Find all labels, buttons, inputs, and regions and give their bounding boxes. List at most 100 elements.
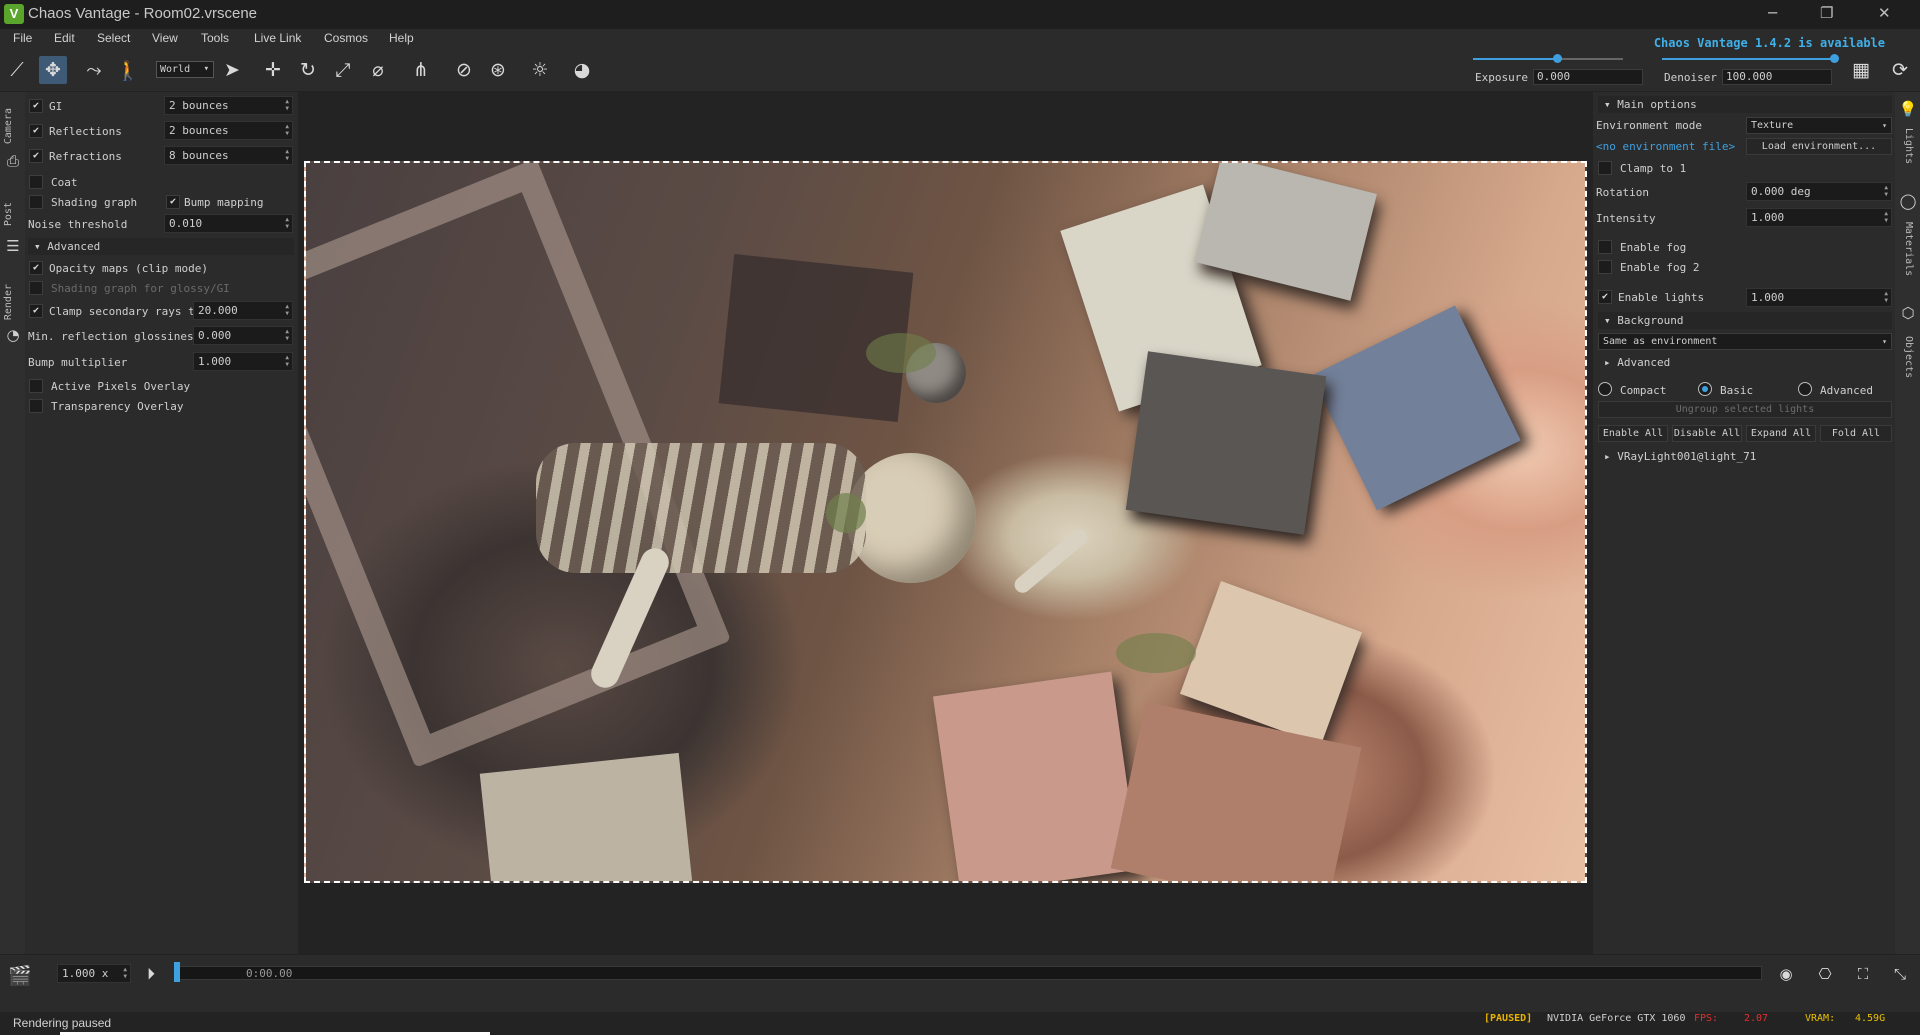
tab-camera[interactable]: Camera [3,108,14,144]
tab-render[interactable]: Render [3,284,14,320]
clapper-icon[interactable]: 🎬 [6,961,34,989]
disable-all-button[interactable]: Disable All [1672,425,1742,442]
background-section-header[interactable]: ▾ Background [1598,312,1892,329]
background-advanced-toggle[interactable]: ▸ Advanced [1604,356,1670,369]
clamp-secondary-field[interactable]: 20.000 ▲ ▼ [193,301,293,320]
bump-mapping-checkbox[interactable]: ✔ [166,195,180,209]
menu-file[interactable]: File [13,31,32,45]
orbit-mode-icon[interactable]: ✥ [39,56,67,84]
enable-fog-checkbox[interactable] [1598,240,1612,254]
rotation-field[interactable]: 0.000 deg ▲ ▼ [1746,182,1892,201]
spinner-icon[interactable]: ▲ ▼ [285,148,289,162]
tab-lights[interactable]: Lights [1903,128,1914,164]
menu-view[interactable]: View [152,31,178,45]
exposure-field[interactable]: 0.000 [1533,69,1643,85]
gi-checkbox[interactable]: ✔ [29,99,43,113]
render-icon[interactable]: ◔ [3,326,23,346]
focus-frame-icon[interactable]: ⛶ [1849,960,1877,988]
spinner-icon[interactable]: ▲ ▼ [285,98,289,112]
environment-mode-select[interactable]: Texture ▾ [1746,117,1892,134]
reflections-bounces-field[interactable]: 2 bounces ▲ ▼ [164,121,293,140]
spinner-icon[interactable]: ▲ ▼ [1884,210,1888,224]
render-viewport[interactable] [298,92,1593,954]
refresh-icon[interactable]: ⟳ [1886,56,1914,84]
transparency-overlay-checkbox[interactable] [29,399,43,413]
tab-materials[interactable]: Materials [1903,222,1914,276]
spinner-icon[interactable]: ▲ ▼ [285,303,289,317]
menu-select[interactable]: Select [97,31,130,45]
clamp-secondary-checkbox[interactable]: ✔ [29,304,43,318]
minimize-icon[interactable]: ─ [1768,4,1777,22]
spinner-icon[interactable]: ▲ ▼ [285,354,289,368]
timeline-playhead[interactable] [174,962,180,982]
spinner-icon[interactable]: ▲ ▼ [1884,184,1888,198]
exposure-slider[interactable] [1473,54,1623,63]
view-compact-radio[interactable] [1598,382,1612,396]
record-icon[interactable]: ◉ [1772,960,1800,988]
view-advanced-radio[interactable] [1798,382,1812,396]
main-options-header[interactable]: ▾ Main options [1598,96,1892,113]
menu-help[interactable]: Help [389,31,414,45]
enable-lights-checkbox[interactable]: ✔ [1598,290,1612,304]
noise-threshold-field[interactable]: 0.010 ▲ ▼ [164,214,293,233]
camera-icon[interactable]: ⎙ [3,152,23,172]
clamp-to-1-checkbox[interactable] [1598,161,1612,175]
restore-icon[interactable]: ❐ [1820,4,1833,22]
enable-all-button[interactable]: Enable All [1598,425,1668,442]
reflections-checkbox[interactable]: ✔ [29,124,43,138]
enable-lights-field[interactable]: 1.000 ▲ ▼ [1746,288,1892,307]
close-icon[interactable]: ✕ [1878,4,1891,22]
load-environment-button[interactable]: Load environment... [1746,138,1892,155]
fold-all-button[interactable]: Fold All [1820,425,1892,442]
playback-speed-field[interactable]: 1.000 x ▲ ▼ [57,964,131,983]
gi-bounces-field[interactable]: 2 bounces ▲ ▼ [164,96,293,115]
select-arrow-icon[interactable]: ➤ [218,56,246,84]
light-list-item[interactable]: ▸ VRayLight001@light_71 [1604,450,1756,463]
denoiser-field[interactable]: 100.000 [1722,69,1832,85]
spinner-icon[interactable]: ▲ ▼ [1884,290,1888,304]
scale-icon[interactable]: ⤢ [329,56,357,84]
coat-checkbox[interactable] [29,175,43,189]
shading-graph-glossy-checkbox[interactable] [29,281,43,295]
tab-objects[interactable]: Objects [1903,336,1914,378]
pivot-icon[interactable]: ⋔ [407,56,435,84]
camera-navigate-icon[interactable]: ⟋ [3,56,31,84]
sun-light-icon[interactable]: ☼ [526,56,554,84]
fly-mode-icon[interactable]: ⤳ [80,56,108,84]
fullscreen-icon[interactable]: ⤡ [1886,960,1914,988]
timeline-track[interactable]: 0:00.00 [176,966,1762,980]
pick-material-icon[interactable]: ⊛ [484,56,512,84]
menu-edit[interactable]: Edit [54,31,75,45]
active-pixels-overlay-checkbox[interactable] [29,379,43,393]
min-reflection-glossiness-field[interactable]: 0.000 ▲ ▼ [193,326,293,345]
enable-fog-2-checkbox[interactable] [1598,260,1612,274]
object-cube-icon[interactable]: ⬡ [1898,304,1918,324]
refractions-checkbox[interactable]: ✔ [29,149,43,163]
menu-cosmos[interactable]: Cosmos [324,31,368,45]
menu-tools[interactable]: Tools [201,31,229,45]
bump-multiplier-field[interactable]: 1.000 ▲ ▼ [193,352,293,371]
spinner-icon[interactable]: ▲ ▼ [285,216,289,230]
shading-graph-checkbox[interactable] [29,195,43,209]
ungroup-lights-button[interactable]: Ungroup selected lights [1598,401,1892,418]
background-select[interactable]: Same as environment ▾ [1598,333,1892,350]
spinner-icon[interactable]: ▲ ▼ [123,966,127,980]
walk-mode-icon[interactable]: 🚶 [114,56,142,84]
menu-live-link[interactable]: Live Link [254,31,301,45]
spinner-icon[interactable]: ▲ ▼ [285,123,289,137]
refractions-bounces-field[interactable]: 8 bounces ▲ ▼ [164,146,293,165]
expand-all-button[interactable]: Expand All [1746,425,1816,442]
pick-focus-icon[interactable]: ⊘ [450,56,478,84]
palette-icon[interactable]: ◕ [568,56,596,84]
coordinate-space-select[interactable]: World ▾ [156,61,214,78]
post-sliders-icon[interactable]: ☰ [3,237,23,257]
camera-view-icon[interactable]: ⎔ [1811,960,1839,988]
light-bulb-icon[interactable]: 💡 [1898,100,1918,120]
update-notice[interactable]: Chaos Vantage 1.4.2 is available [1654,36,1885,50]
view-basic-radio[interactable] [1698,382,1712,396]
play-icon[interactable]: ⏵ [137,960,165,988]
intensity-field[interactable]: 1.000 ▲ ▼ [1746,208,1892,227]
compare-icon[interactable]: ▦ [1847,56,1875,84]
opacity-maps-checkbox[interactable]: ✔ [29,261,43,275]
snap-icon[interactable]: ⌀ [364,56,392,84]
